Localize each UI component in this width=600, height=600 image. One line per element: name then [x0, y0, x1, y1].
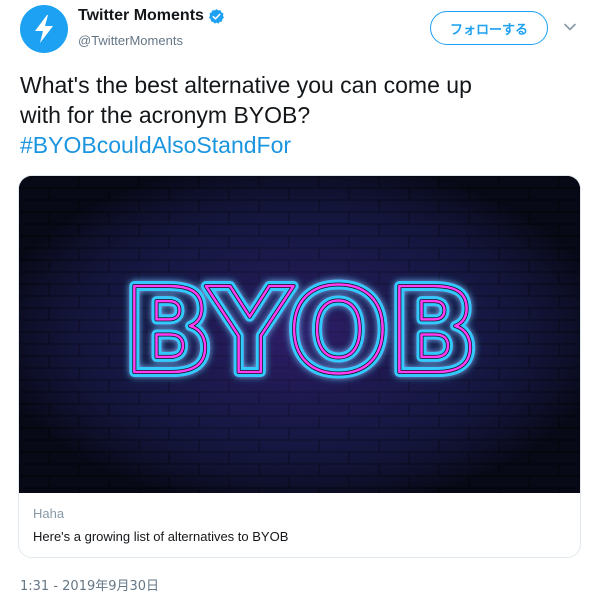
card-description: Here's a growing list of alternatives to…: [33, 529, 289, 544]
card-caption: Haha: [33, 506, 65, 521]
link-card[interactable]: BYOB BYOB BYOB Haha Here's a growing lis…: [18, 175, 581, 558]
card-image: BYOB BYOB BYOB: [19, 176, 580, 493]
neon-brick-wall-image: BYOB BYOB BYOB: [19, 176, 580, 493]
tweet-text-line-2: with for the acronym BYOB?: [20, 102, 311, 128]
tweet-text: What's the best alternative you can come…: [20, 70, 580, 160]
tweet-text-line-1: What's the best alternative you can come…: [20, 72, 472, 98]
author-name-row: Twitter Moments: [78, 7, 225, 25]
display-name[interactable]: Twitter Moments: [78, 7, 204, 25]
lightning-bolt-icon: [35, 15, 53, 43]
avatar[interactable]: [20, 5, 68, 53]
tweet-timestamp[interactable]: 1:31 - 2019年9月30日: [20, 575, 159, 594]
user-handle[interactable]: @TwitterMoments: [78, 33, 183, 48]
neon-text-inner: BYOB: [124, 262, 479, 400]
hashtag-link[interactable]: #BYOBcouldAlsoStandFor: [20, 130, 580, 160]
verified-badge-icon: [209, 8, 224, 24]
follow-button[interactable]: フォローする: [430, 11, 548, 45]
chevron-down-icon[interactable]: [563, 20, 577, 34]
